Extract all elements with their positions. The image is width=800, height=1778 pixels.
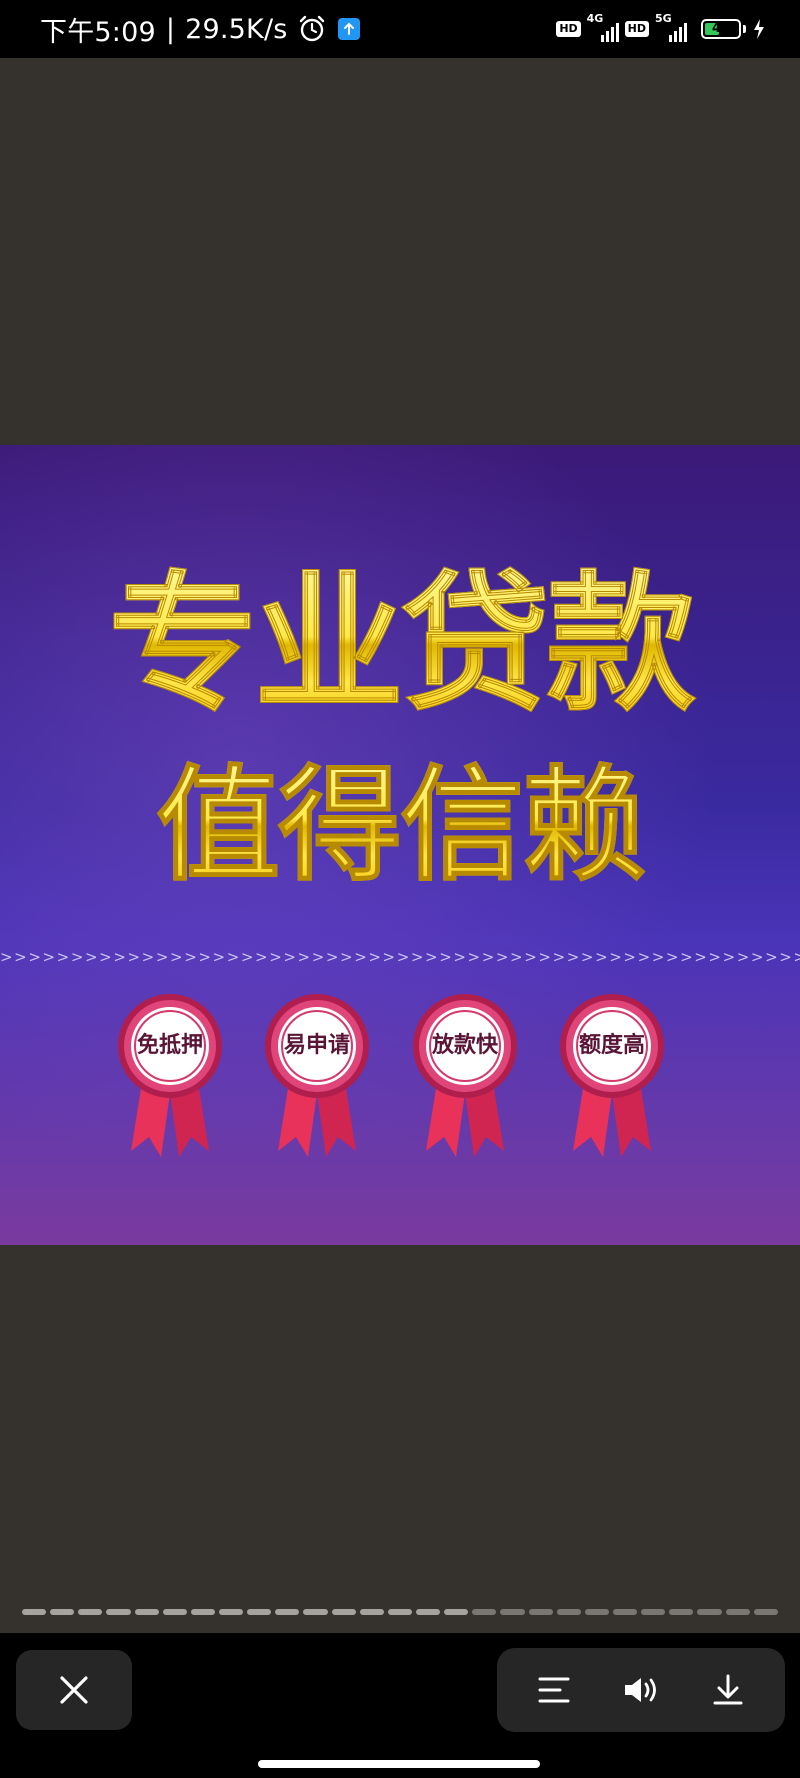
progress-segment (50, 1609, 75, 1615)
progress-segment (697, 1609, 722, 1615)
progress-segment (359, 1609, 384, 1615)
progress-segment (275, 1609, 300, 1615)
status-bar: 下午5:09 | 29.5K/s HD 4G HD 5G 43 (0, 0, 800, 58)
progress-segment (247, 1609, 272, 1615)
home-indicator[interactable] (258, 1760, 540, 1768)
ad-subheadline: 值得信赖 (0, 757, 800, 896)
menu-icon (538, 1677, 570, 1703)
progress-segment (584, 1609, 609, 1615)
alarm-icon (299, 15, 324, 42)
status-separator: | (165, 13, 176, 45)
progress-segment (725, 1609, 750, 1615)
badge-label: 免抵押 (136, 1033, 203, 1058)
progress-segment (387, 1609, 412, 1615)
volume-icon (624, 1678, 656, 1702)
progress-segment (641, 1609, 666, 1615)
feature-badge: 额度高 (557, 991, 667, 1161)
status-bar-left: 下午5:09 | 29.5K/s (40, 10, 360, 49)
status-bar-right: HD 4G HD 5G 43 (556, 12, 766, 42)
upload-notification-icon (337, 18, 360, 40)
progress-segment (134, 1609, 159, 1615)
progress-segment (472, 1609, 497, 1615)
network-type-label: 4G (586, 12, 604, 25)
battery-cap (743, 25, 746, 33)
feature-badge: 放款快 (410, 991, 520, 1161)
close-icon (60, 1676, 88, 1704)
clock: 下午5:09 (40, 16, 156, 48)
feature-badge: 免抵押 (115, 991, 225, 1161)
progress-segment (556, 1609, 581, 1615)
ad-headline: 专业贷款 (0, 560, 800, 731)
battery-icon: 43 (701, 19, 741, 39)
progress-segment (415, 1609, 441, 1615)
progress-segment (612, 1609, 638, 1615)
battery-percent: 43 (711, 21, 731, 36)
network-speed: 29.5K/s (185, 13, 288, 45)
progress-segment (303, 1609, 328, 1615)
action-button-group (497, 1648, 785, 1732)
badge-label: 放款快 (431, 1033, 498, 1058)
progress-segment (218, 1609, 244, 1615)
menu-button[interactable] (526, 1662, 582, 1718)
feature-badges: 免抵押 易申请 放款快 额度高 (0, 991, 800, 1161)
ad-image[interactable]: 专业贷款 值得信赖 >>>>>>>>>>>>>>>>>>>>>>>>>>>>>>… (0, 445, 800, 1245)
badge-label: 额度高 (578, 1033, 645, 1058)
charging-icon (754, 19, 764, 39)
progress-segment (753, 1609, 778, 1615)
story-progress-bar (22, 1609, 778, 1615)
progress-segment (500, 1609, 525, 1615)
sound-button[interactable] (613, 1662, 669, 1718)
progress-segment (331, 1609, 356, 1615)
progress-segment (669, 1609, 694, 1615)
close-button[interactable] (16, 1650, 132, 1730)
progress-segment (444, 1609, 469, 1615)
bottom-toolbar (0, 1633, 800, 1778)
download-button[interactable] (700, 1662, 756, 1718)
signal-4g-icon: 4G (587, 12, 619, 42)
progress-segment (162, 1609, 187, 1615)
signal-5g-icon: 5G (655, 12, 687, 42)
hd-icon: HD (556, 21, 581, 37)
chevron-divider: >>>>>>>>>>>>>>>>>>>>>>>>>>>>>>>>>>>>>>>>… (0, 948, 800, 966)
progress-segment (528, 1609, 553, 1615)
feature-badge: 易申请 (262, 991, 372, 1161)
progress-segment (78, 1609, 103, 1615)
progress-segment (22, 1609, 47, 1615)
progress-segment (106, 1609, 131, 1615)
badge-label: 易申请 (283, 1033, 350, 1058)
hd-icon: HD (624, 21, 649, 37)
network-type-label: 5G (655, 12, 672, 25)
download-icon (713, 1674, 743, 1705)
progress-segment (190, 1609, 215, 1615)
